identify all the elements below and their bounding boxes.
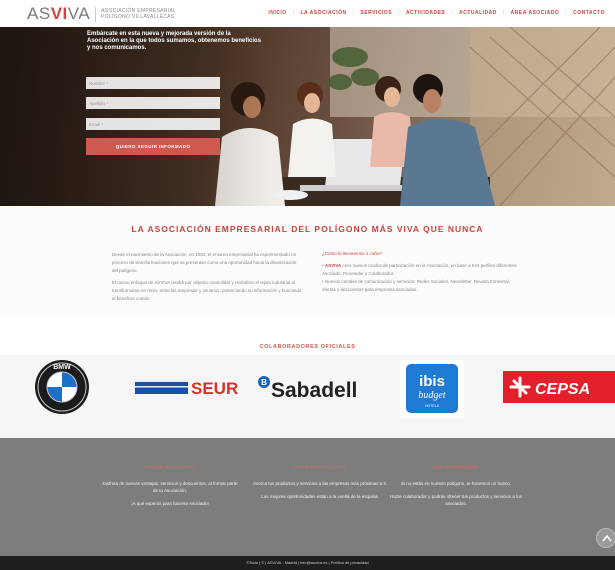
hero-banner: Embárcate en esta nueva y mejorada versi… bbox=[0, 27, 615, 206]
svg-text:HOTELS: HOTELS bbox=[425, 404, 440, 408]
svg-text:budget: budget bbox=[418, 390, 445, 401]
footer-col-asociado: HAZTE ASOCIADO Disfruta de nuevas ventaj… bbox=[100, 465, 240, 513]
svg-text:B: B bbox=[261, 378, 267, 387]
footer-heading[interactable]: ZONA PROVEEDOR bbox=[250, 465, 390, 472]
svg-text:Sabadell: Sabadell bbox=[271, 379, 357, 402]
copyright-bar: ©Todo | © | ASVIVA - Madrid | info@asviv… bbox=[0, 556, 615, 570]
collaborators-title: COLABORADORES OFICIALES bbox=[259, 344, 356, 350]
scroll-to-top-button[interactable] bbox=[596, 528, 615, 548]
footer-col-proveedor: ZONA PROVEEDOR Acerca tus productos y se… bbox=[250, 465, 390, 506]
asviva-logo[interactable]: ASVIVA ASOCIACIÓN EMPRESARIAL POLÍGONO V… bbox=[27, 4, 176, 24]
sabadell-logo[interactable]: B Sabadell bbox=[255, 359, 373, 415]
surname-field[interactable] bbox=[86, 97, 220, 109]
about-right-column: ¿Cómo lo llevaremos a cabo? • ASVIVA cre… bbox=[322, 251, 518, 292]
nav-item-inicio[interactable]: INICIO bbox=[268, 10, 286, 16]
nav-item-contacto[interactable]: CONTACTO bbox=[573, 10, 605, 16]
section-title: LA ASOCIACIÓN EMPRESARIAL DEL POLÍGONO M… bbox=[131, 224, 484, 234]
arrow-up-icon bbox=[602, 534, 612, 542]
nav-item-area-asociado[interactable]: ÁREA ASOCIADO bbox=[511, 10, 560, 16]
about-left-column: Desde el nacimiento de la Asociación, en… bbox=[112, 252, 302, 301]
hero-headline: Embárcate en esta nueva y mejorada versi… bbox=[87, 31, 262, 51]
svg-text:BMW: BMW bbox=[53, 364, 71, 371]
site-header: ASVIVA ASOCIACIÓN EMPRESARIAL POLÍGONO V… bbox=[0, 0, 615, 27]
footer-heading[interactable]: COLABORADOR bbox=[386, 465, 526, 472]
site-footer: HAZTE ASOCIADO Disfruta de nuevas ventaj… bbox=[0, 438, 615, 556]
svg-text:CEPSA: CEPSA bbox=[535, 381, 590, 398]
nav-item-actualidad[interactable]: ACTUALIDAD bbox=[459, 10, 497, 16]
seur-logo[interactable]: SEUR bbox=[133, 359, 245, 415]
about-section: LA ASOCIACIÓN EMPRESARIAL DEL POLÍGONO M… bbox=[0, 206, 615, 313]
name-field[interactable] bbox=[86, 77, 220, 89]
ibis-budget-logo[interactable]: ibis budget HOTELS bbox=[396, 357, 468, 421]
footer-heading[interactable]: HAZTE ASOCIADO bbox=[100, 465, 240, 472]
svg-text:SEUR: SEUR bbox=[191, 379, 238, 398]
cepsa-logo[interactable]: CEPSA bbox=[503, 359, 615, 415]
nav-item-actividades[interactable]: ACTIVIDADES bbox=[406, 10, 445, 16]
email-field[interactable] bbox=[86, 118, 220, 130]
bmw-logo[interactable]: BMW bbox=[30, 359, 94, 415]
nav-item-la-asociacion[interactable]: LA ASOCIACIÓN bbox=[300, 10, 346, 16]
svg-text:ibis: ibis bbox=[419, 373, 445, 390]
subscribe-button[interactable]: QUIERO SEGUIR INFORMADO bbox=[86, 138, 220, 155]
nav-item-servicios[interactable]: SERVICIOS bbox=[360, 10, 392, 16]
main-nav: INICIO | LA ASOCIACIÓN | SERVICIOS | ACTIVI… bbox=[268, 10, 605, 16]
footer-col-colaborador: COLABORADOR Si no estás en nuestro políg… bbox=[386, 465, 526, 513]
